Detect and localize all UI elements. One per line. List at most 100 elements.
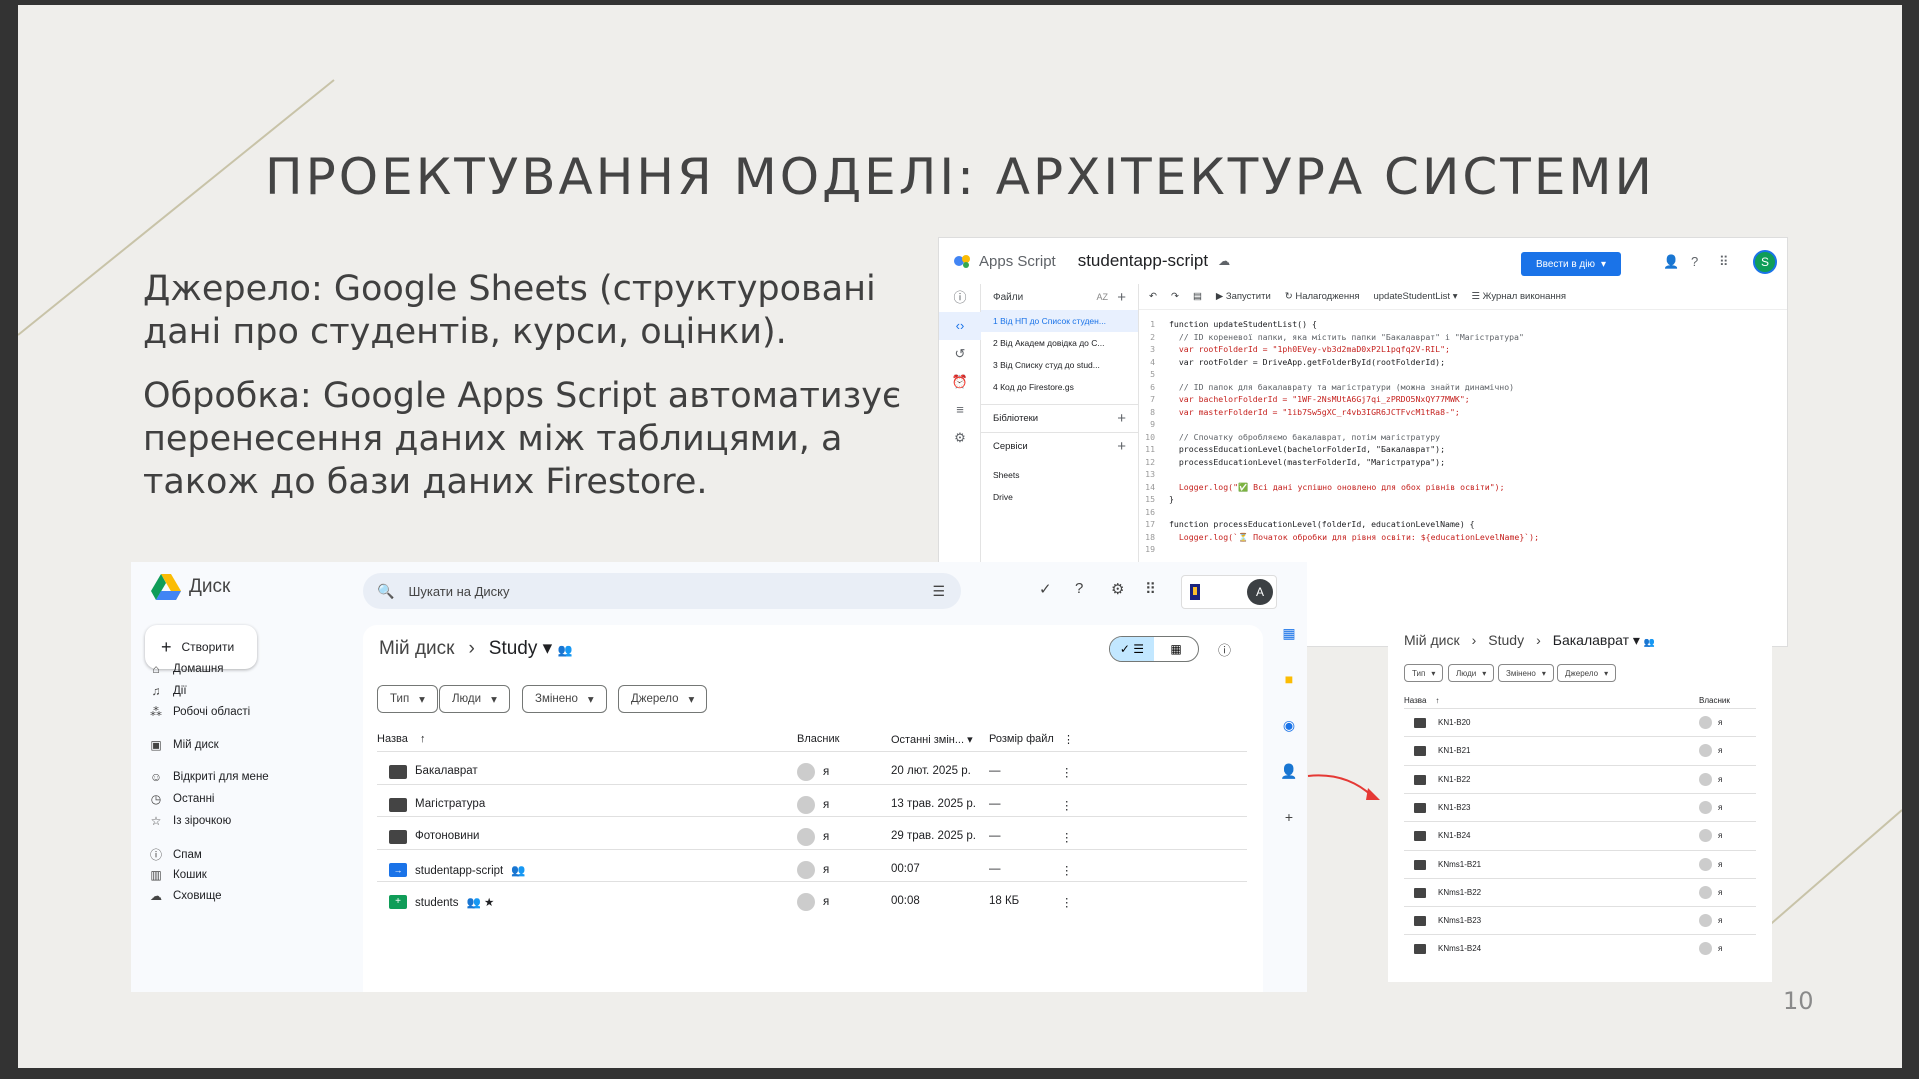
more-actions-icon[interactable]: ⋮: [1061, 765, 1073, 779]
paragraph-processing: Обробка: Google Apps Script автоматизує …: [143, 376, 902, 502]
drive-logo[interactable]: Диск: [151, 574, 230, 600]
filter-chip[interactable]: Джерело ▾: [618, 685, 708, 713]
keep-icon[interactable]: ■: [1271, 671, 1307, 717]
column-name[interactable]: Назва ↑: [1404, 696, 1439, 705]
nav-item-star[interactable]: ☆ Із зірочкою: [149, 814, 232, 828]
apps-grid-icon[interactable]: ⠿: [1145, 580, 1156, 598]
apps-script-logo[interactable]: Apps Script: [953, 253, 1056, 270]
nav-item-workspaces[interactable]: ⁂ Робочі області: [149, 705, 250, 719]
overview-icon[interactable]: ⓘ: [939, 284, 981, 312]
table-row[interactable]: KN1-B21 я: [1404, 736, 1756, 765]
undo-icon[interactable]: ↶: [1149, 291, 1157, 302]
apps-grid-icon[interactable]: ⠿: [1719, 254, 1729, 270]
calendar-icon[interactable]: ▦: [1271, 625, 1307, 671]
more-actions-icon[interactable]: ⋮: [1061, 830, 1073, 844]
breadcrumb-root[interactable]: Мій диск: [379, 638, 454, 660]
file-name-text: students: [415, 897, 459, 909]
more-actions-icon[interactable]: ⋮: [1061, 895, 1073, 909]
executions-icon[interactable]: ≡: [939, 396, 981, 424]
file-item[interactable]: 2 Від Академ довідка до С...: [981, 332, 1138, 354]
add-addon-icon[interactable]: +: [1271, 809, 1307, 855]
service-item[interactable]: Sheets: [981, 464, 1138, 486]
triggers-icon[interactable]: ⏰: [939, 368, 981, 396]
nav-item-spam[interactable]: ⓘ Спам: [149, 846, 202, 863]
view-toggle[interactable]: ✓ ☰ ▦: [1109, 636, 1199, 662]
column-owner[interactable]: Власник: [797, 733, 839, 745]
filter-chip[interactable]: Тип ▾: [377, 685, 438, 713]
add-library-icon[interactable]: +: [1117, 410, 1126, 427]
column-name[interactable]: Назва ↑: [377, 733, 426, 745]
filter-chip[interactable]: Люди ▾: [439, 685, 510, 713]
add-service-icon[interactable]: +: [1117, 438, 1126, 455]
contacts-icon[interactable]: 👤: [1271, 763, 1307, 809]
filter-chip[interactable]: Тип ▾: [1404, 664, 1444, 682]
project-name[interactable]: studentapp-script: [1078, 251, 1208, 271]
file-item[interactable]: 1 Від НП до Список студен...: [981, 310, 1138, 332]
ready-offline-icon[interactable]: ✓: [1039, 580, 1052, 598]
filter-tune-icon[interactable]: ☰: [932, 583, 945, 600]
table-row[interactable]: KNms1-B21 я: [1404, 849, 1756, 879]
column-size[interactable]: Розмір файл: [989, 733, 1054, 745]
deploy-button[interactable]: Ввести в дію ▾: [1521, 252, 1621, 276]
redo-icon[interactable]: ↷: [1171, 291, 1179, 302]
grid-view-icon[interactable]: ▦: [1154, 637, 1198, 661]
table-row[interactable]: KN1-B24 я: [1404, 821, 1756, 850]
file-name: KNms1-B24: [1438, 944, 1482, 954]
nav-item-clock[interactable]: ◷ Останні: [149, 792, 215, 806]
file-item[interactable]: 3 Від Списку студ до stud...: [981, 354, 1138, 376]
run-button[interactable]: ▶ Запустити: [1216, 291, 1271, 302]
table-row[interactable]: + students 👥 ★ я 00:08 18 КБ ⋮: [377, 881, 1247, 921]
avatar[interactable]: S: [1753, 250, 1777, 274]
more-columns-icon[interactable]: ⋮: [1063, 733, 1074, 746]
more-actions-icon[interactable]: ⋮: [1061, 798, 1073, 812]
breadcrumb-current[interactable]: Бакалаврат ▾ 👥: [1553, 632, 1655, 649]
table-row[interactable]: KNms1-B23 я: [1404, 906, 1756, 935]
filter-chip[interactable]: Люди ▾: [1448, 664, 1495, 682]
search-input[interactable]: 🔍 Шукати на Диску ☰: [363, 573, 961, 609]
workspaces-icon: ⁂: [150, 705, 162, 719]
nav-item-trash[interactable]: ▥ Кошик: [149, 868, 206, 882]
filter-chip[interactable]: Джерело ▾: [1557, 664, 1617, 682]
nav-item-my-drive[interactable]: ▣ Мій диск: [149, 738, 218, 752]
nav-item-cloud[interactable]: ☁ Сховище: [149, 889, 222, 903]
editor-icon[interactable]: ‹›: [939, 312, 981, 340]
help-icon[interactable]: ?: [1075, 580, 1083, 597]
add-file-icon[interactable]: +: [1117, 289, 1126, 306]
share-person-icon[interactable]: 👤: [1663, 254, 1679, 270]
info-icon[interactable]: ⓘ: [1218, 640, 1231, 659]
nav-item-bell[interactable]: ♫ Дії: [149, 684, 187, 698]
table-row[interactable]: KN1-B23 я: [1404, 792, 1756, 822]
services-section[interactable]: Сервіси +: [981, 432, 1138, 460]
libraries-section[interactable]: Бібліотеки +: [981, 404, 1138, 432]
nav-item-shared[interactable]: ☺ Відкриті для мене: [149, 770, 269, 784]
settings-icon[interactable]: ⚙: [1111, 580, 1124, 598]
list-view-icon[interactable]: ✓ ☰: [1110, 637, 1154, 661]
save-icon[interactable]: ▤: [1193, 291, 1202, 302]
tasks-icon[interactable]: ◉: [1271, 717, 1307, 763]
table-row[interactable]: KN1-B22 я: [1404, 764, 1756, 794]
table-row[interactable]: KNms1-B24 я: [1404, 934, 1756, 963]
column-owner[interactable]: Власник: [1699, 696, 1730, 705]
execution-log-button[interactable]: ☰ Журнал виконання: [1472, 291, 1567, 302]
service-item[interactable]: Drive: [981, 486, 1138, 508]
breadcrumb-item[interactable]: Мій диск: [1404, 632, 1460, 649]
breadcrumb-current[interactable]: Study ▾ 👥: [489, 637, 573, 660]
modified-date: 00:07: [891, 862, 920, 875]
table-row[interactable]: KNms1-B22 я: [1404, 877, 1756, 907]
history-icon[interactable]: ↺: [939, 340, 981, 368]
filter-chip[interactable]: Змінено ▾: [1498, 664, 1554, 682]
code-editor[interactable]: 1 function updateStudentList() {2 // ID к…: [1139, 318, 1787, 556]
file-item[interactable]: 4 Код до Firestore.gs: [981, 376, 1138, 398]
column-modified[interactable]: Останні змін... ▾: [891, 733, 973, 746]
settings-icon[interactable]: ⚙: [939, 424, 981, 452]
breadcrumb-item[interactable]: Study: [1488, 632, 1524, 649]
table-row[interactable]: KN1-B20 я: [1404, 708, 1756, 737]
help-icon[interactable]: ?: [1691, 254, 1698, 269]
function-select[interactable]: updateStudentList ▾: [1373, 291, 1457, 302]
avatar[interactable]: A: [1247, 579, 1273, 605]
sort-icon[interactable]: AZ: [1096, 292, 1108, 302]
nav-item-home[interactable]: ⌂ Домашня: [149, 662, 223, 676]
debug-button[interactable]: ↻ Налагодження: [1285, 291, 1360, 302]
more-actions-icon[interactable]: ⋮: [1061, 863, 1073, 877]
filter-chip[interactable]: Змінено ▾: [522, 685, 607, 713]
